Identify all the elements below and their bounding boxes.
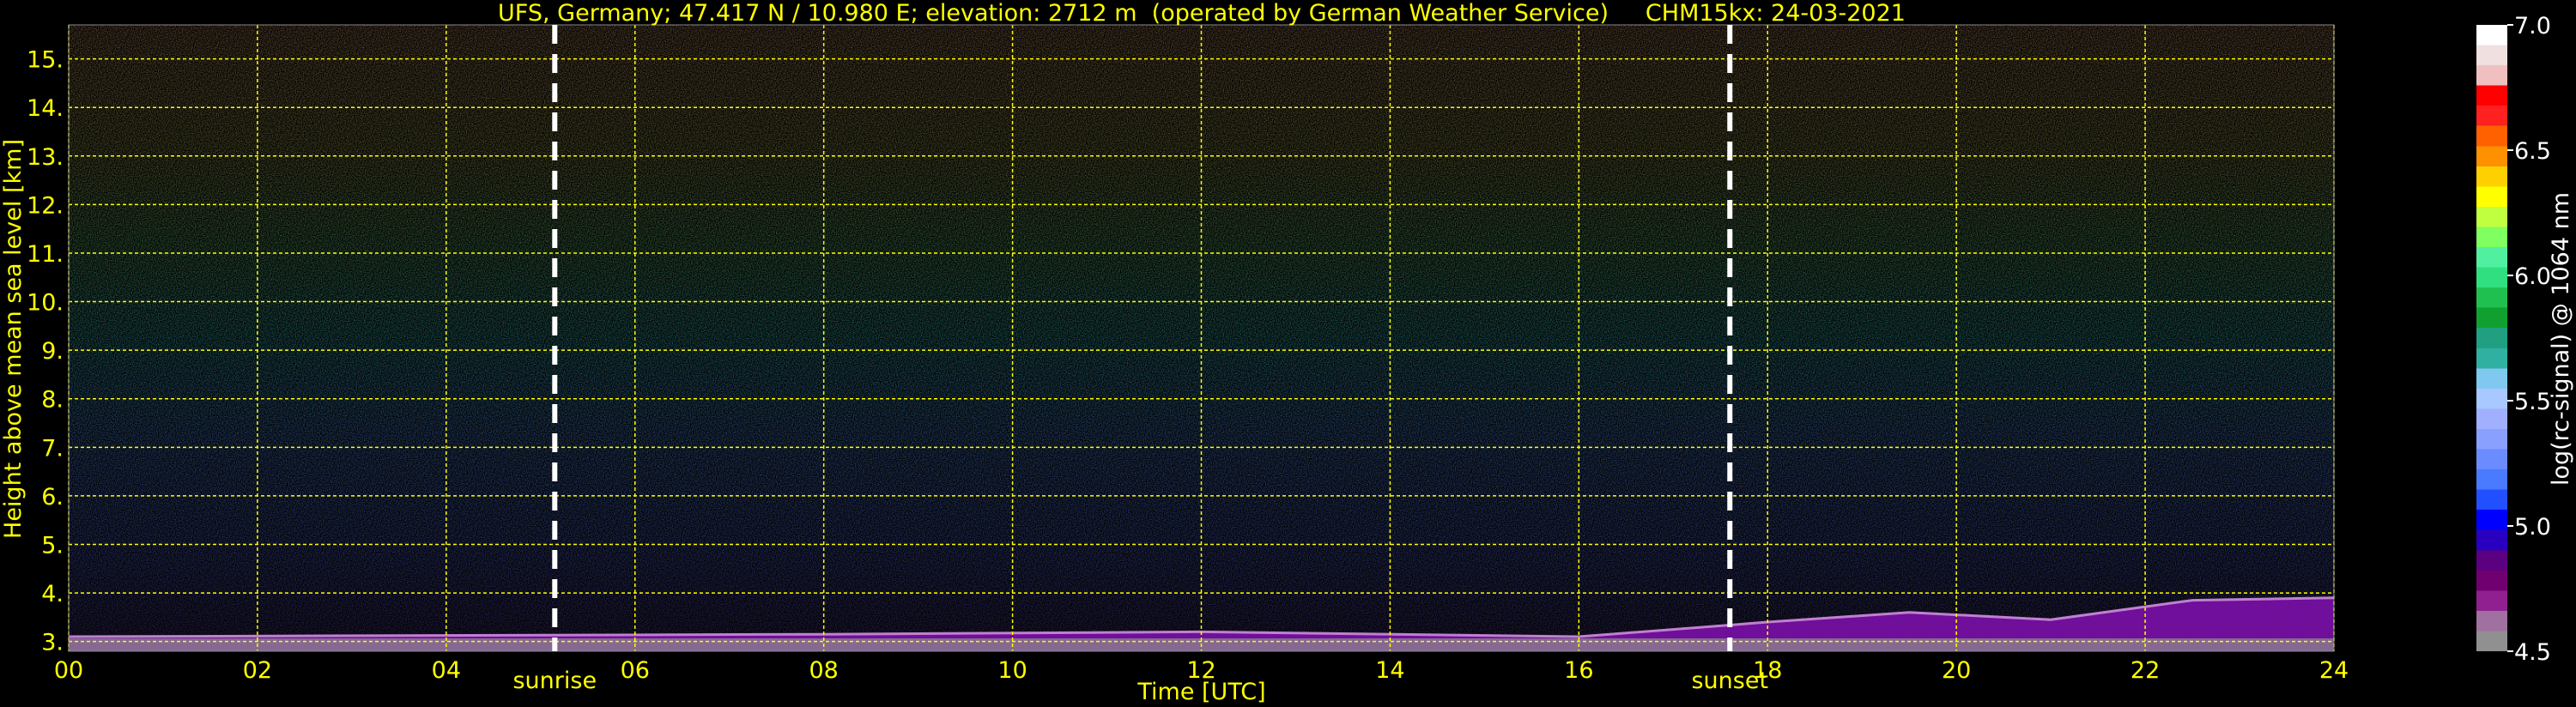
y-axis-label: Height above mean sea level [km] <box>0 139 27 539</box>
y-tick-label: 9. <box>41 338 64 365</box>
y-tick-label: 12. <box>27 192 64 219</box>
y-tick-label: 11. <box>27 241 64 268</box>
sunrise-label: sunrise <box>512 668 597 694</box>
y-tick-label: 5. <box>41 533 64 559</box>
x-tick-label: 02 <box>243 657 272 684</box>
x-tick-label: 08 <box>809 657 838 684</box>
plot-area: sunrise sunset <box>68 24 2335 694</box>
colorbar-tick-label: 4.5 <box>2514 639 2551 666</box>
y-tick-label: 6. <box>41 484 64 511</box>
colorbar-tick-label: 5.0 <box>2514 514 2551 541</box>
y-tick-label: 14. <box>27 95 64 122</box>
colorbar-tick-label: 6.0 <box>2514 263 2551 290</box>
y-tick-label: 3. <box>41 630 64 656</box>
chart-title: UFS, Germany; 47.417 N / 10.980 E; eleva… <box>498 0 1906 27</box>
x-tick-label: 22 <box>2131 657 2160 684</box>
x-tick-label: 18 <box>1753 657 1782 684</box>
y-tick-label: 8. <box>41 387 64 414</box>
lidar-chart: sunrise sunset 00 02 04 06 08 10 12 14 16 18 20 22 24… <box>0 0 2574 705</box>
colorbar-ticks: 7.0 6.5 6.0 5.5 5.0 4.5 <box>2507 13 2551 666</box>
colorbar: 7.0 6.5 6.0 5.5 5.0 4.5 log(rc-signal) @ 1064… <box>2476 13 2574 666</box>
x-tick-label: 04 <box>432 657 461 684</box>
colorbar-bar <box>2476 25 2507 651</box>
y-tick-labels: 3. 4. 5. 6. 7. 8. 9. 10. 11. 12. 13. 14. 15. <box>27 47 64 656</box>
x-tick-label: 16 <box>1564 657 1593 684</box>
x-tick-label: 20 <box>1942 657 1971 684</box>
y-tick-label: 13. <box>27 144 64 171</box>
x-tick-label: 10 <box>997 657 1027 684</box>
y-tick-label: 7. <box>41 435 64 462</box>
colorbar-tick-label: 5.5 <box>2514 389 2551 415</box>
x-tick-label: 24 <box>2319 657 2349 684</box>
x-tick-label: 14 <box>1375 657 1404 684</box>
x-tick-label: 00 <box>54 657 83 684</box>
y-tick-label: 15. <box>27 47 64 74</box>
colorbar-label: log(rc-signal) @ 1064 nm <box>2548 192 2574 486</box>
colorbar-tick-label: 6.5 <box>2514 138 2551 165</box>
x-axis-label: Time [UTC] <box>1136 679 1265 705</box>
y-tick-label: 4. <box>41 581 64 607</box>
colorbar-tick-label: 7.0 <box>2514 13 2551 39</box>
y-tick-label: 10. <box>27 290 64 317</box>
x-tick-label: 06 <box>621 657 650 684</box>
